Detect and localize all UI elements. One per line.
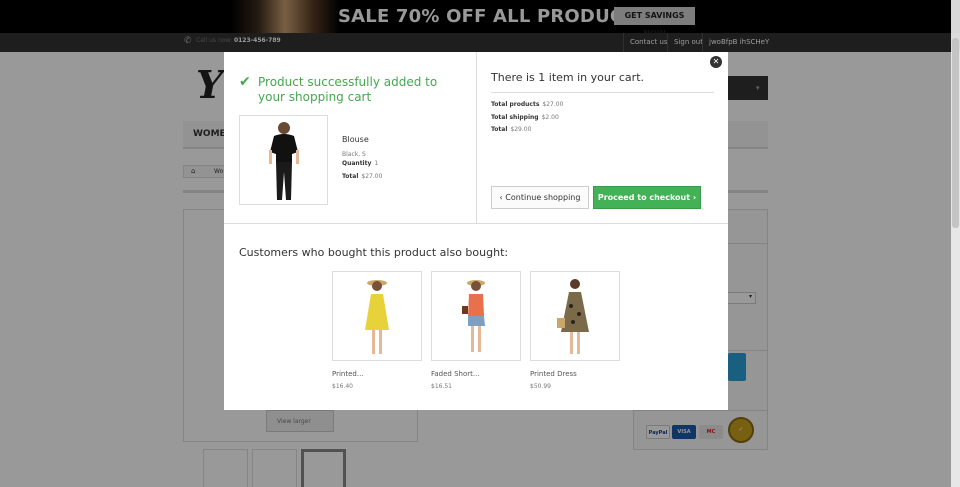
also-bought-name[interactable]: Printed... xyxy=(332,370,422,378)
also-bought-item[interactable]: Faded Short... $16.51 xyxy=(431,271,521,390)
also-bought-item[interactable]: Printed Dress $50.99 xyxy=(530,271,620,390)
continue-shopping-label: Continue shopping xyxy=(505,193,581,202)
printed-dress-illustration xyxy=(557,279,589,354)
add-to-cart-modal: ✔ Product successfully added to your sho… xyxy=(224,52,728,410)
proceed-to-checkout-button[interactable]: Proceed to checkout › xyxy=(593,186,701,209)
product-name: Blouse xyxy=(342,135,369,144)
product-quantity: Quantity 1 xyxy=(342,160,378,167)
checkmark-icon: ✔ xyxy=(239,74,251,90)
yellow-dress-illustration xyxy=(365,280,389,354)
product-total-value: $27.00 xyxy=(361,173,383,180)
also-bought-image[interactable] xyxy=(530,271,620,361)
scrollbar-thumb[interactable] xyxy=(952,38,959,228)
cart-count-title: There is 1 item in your cart. xyxy=(491,71,645,84)
total-products-label: Total products xyxy=(491,101,540,108)
total-shipping-row: Total shipping $2.00 xyxy=(491,114,559,121)
cart-summary-divider xyxy=(491,92,714,93)
added-product-panel: ✔ Product successfully added to your sho… xyxy=(224,52,477,223)
also-bought-price: $50.99 xyxy=(530,383,551,390)
blouse-model-illustration xyxy=(269,122,299,200)
also-bought-price: $16.40 xyxy=(332,383,353,390)
also-bought-item[interactable]: Printed... $16.40 xyxy=(332,271,422,390)
faded-shorts-illustration xyxy=(462,280,485,352)
total-products-row: Total products $27.00 xyxy=(491,101,563,108)
page-scrollbar[interactable] xyxy=(951,0,960,487)
product-attributes: Black, S xyxy=(342,151,366,158)
also-bought-image[interactable] xyxy=(431,271,521,361)
cart-total-label: Total xyxy=(491,126,508,133)
chevron-right-icon: › xyxy=(690,193,697,202)
continue-shopping-button[interactable]: ‹ Continue shopping xyxy=(491,186,589,209)
added-product-image xyxy=(239,115,328,205)
cart-total-row: Total $29.00 xyxy=(491,126,531,133)
cart-summary-panel: There is 1 item in your cart. Total prod… xyxy=(477,52,728,223)
total-shipping-value: $2.00 xyxy=(541,114,559,121)
total-shipping-label: Total shipping xyxy=(491,114,539,121)
modal-divider xyxy=(224,223,728,224)
close-icon[interactable]: ✕ xyxy=(710,56,722,68)
quantity-label: Quantity xyxy=(342,160,372,167)
also-bought-name[interactable]: Printed Dress xyxy=(530,370,620,378)
also-bought-name[interactable]: Faded Short... xyxy=(431,370,521,378)
checkout-label: Proceed to checkout xyxy=(597,193,691,202)
also-bought-price: $16.51 xyxy=(431,383,452,390)
also-bought-image[interactable] xyxy=(332,271,422,361)
quantity-value: 1 xyxy=(374,160,379,167)
also-bought-title: Customers who bought this product also b… xyxy=(239,246,509,259)
success-message: Product successfully added to your shopp… xyxy=(258,75,438,104)
total-products-value: $27.00 xyxy=(542,101,564,108)
product-total: Total $27.00 xyxy=(342,173,382,180)
cart-total-value: $29.00 xyxy=(510,126,532,133)
product-total-label: Total xyxy=(342,173,359,180)
